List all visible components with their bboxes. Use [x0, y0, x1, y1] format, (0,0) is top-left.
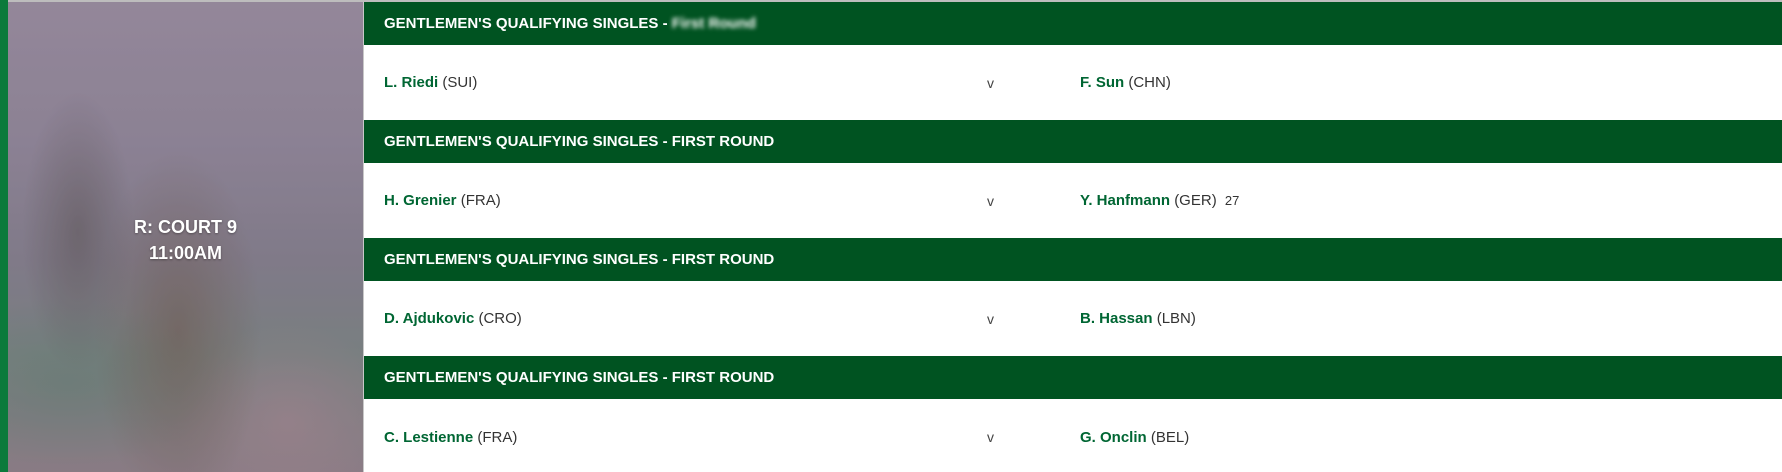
player-country: (LBN) [1156, 310, 1196, 327]
player-country: (BEL) [1150, 429, 1190, 446]
round-header: GENTLEMEN'S QUALIFYING SINGLES - FIRST R… [364, 356, 1782, 399]
round-label: GENTLEMEN'S QUALIFYING SINGLES - FIRST R… [384, 369, 775, 386]
player-name-link[interactable]: H. Grenier [384, 192, 457, 209]
player-country: (CHN) [1128, 74, 1171, 91]
versus-label: v [987, 311, 994, 327]
player-left: D. Ajdukovic (CRO) [384, 281, 522, 356]
player-name-link[interactable]: Y. Hanfmann [1080, 192, 1170, 209]
round-label: GENTLEMEN'S QUALIFYING SINGLES - FIRST R… [384, 133, 775, 150]
court-label: R: COURT 9 11:00AM [8, 214, 363, 266]
match-card: GENTLEMEN'S QUALIFYING SINGLES - First R… [364, 2, 1782, 120]
versus-label: v [987, 193, 994, 209]
round-header: GENTLEMEN'S QUALIFYING SINGLES - FIRST R… [364, 120, 1782, 163]
player-country: (GER) [1174, 192, 1217, 209]
match-card: GENTLEMEN'S QUALIFYING SINGLES - FIRST R… [364, 120, 1782, 238]
match-card: GENTLEMEN'S QUALIFYING SINGLES - FIRST R… [364, 356, 1782, 463]
player-country: (FRA) [477, 429, 518, 446]
round-label: GENTLEMEN'S QUALIFYING SINGLES - [384, 15, 668, 32]
court-start-time: 11:00AM [148, 243, 223, 263]
round-header: GENTLEMEN'S QUALIFYING SINGLES - FIRST R… [364, 238, 1782, 281]
players-row: D. Ajdukovic (CRO) v B. Hassan (LBN) [364, 281, 1782, 356]
match-card: GENTLEMEN'S QUALIFYING SINGLES - FIRST R… [364, 238, 1782, 356]
players-row: H. Grenier (FRA) v Y. Hanfmann (GER) 27 [364, 163, 1782, 238]
player-country: (FRA) [460, 192, 501, 209]
player-seed: 27 [1224, 193, 1240, 208]
court-name: R: COURT 9 [134, 217, 237, 237]
player-name-link[interactable]: C. Lestienne [384, 429, 473, 446]
player-right: F. Sun (CHN) [1080, 45, 1171, 120]
players-row: C. Lestienne (FRA) v G. Onclin (BEL) [364, 399, 1782, 463]
match-list: GENTLEMEN'S QUALIFYING SINGLES - First R… [364, 2, 1782, 472]
court-panel: R: COURT 9 11:00AM [8, 2, 363, 472]
player-name-link[interactable]: G. Onclin [1080, 429, 1147, 446]
player-name-link[interactable]: L. Riedi [384, 74, 438, 91]
player-right: G. Onclin (BEL) [1080, 399, 1189, 472]
player-name-link[interactable]: F. Sun [1080, 74, 1124, 91]
player-right: B. Hassan (LBN) [1080, 281, 1196, 356]
player-left: C. Lestienne (FRA) [384, 399, 517, 472]
round-label: GENTLEMEN'S QUALIFYING SINGLES - FIRST R… [384, 251, 775, 268]
versus-label: v [987, 75, 994, 91]
player-name-link[interactable]: B. Hassan [1080, 310, 1153, 327]
player-left: L. Riedi (SUI) [384, 45, 477, 120]
order-of-play-page: R: COURT 9 11:00AM GENTLEMEN'S QUALIFYIN… [0, 0, 1782, 472]
player-name-link[interactable]: D. Ajdukovic [384, 310, 474, 327]
versus-label: v [987, 429, 994, 445]
round-header: GENTLEMEN'S QUALIFYING SINGLES - First R… [364, 2, 1782, 45]
player-country: (SUI) [442, 74, 478, 91]
round-label-obscured: First Round [671, 15, 756, 32]
player-left: H. Grenier (FRA) [384, 163, 501, 238]
players-row: L. Riedi (SUI) v F. Sun (CHN) [364, 45, 1782, 120]
player-country: (CRO) [478, 310, 522, 327]
left-accent-stripe [0, 0, 8, 472]
player-right: Y. Hanfmann (GER) 27 [1080, 163, 1239, 238]
